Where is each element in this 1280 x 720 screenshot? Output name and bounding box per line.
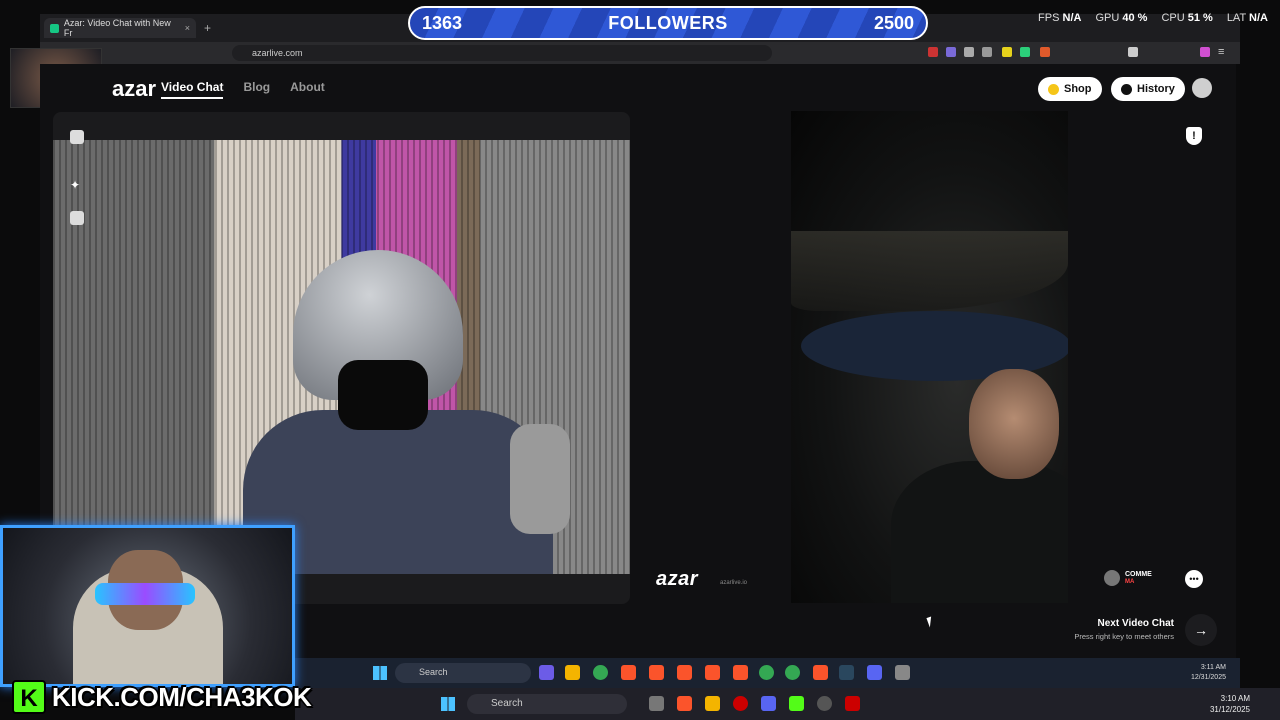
folder-icon[interactable] [565,665,580,680]
shop-button[interactable]: Shop [1038,77,1102,101]
followers-label: FOLLOWERS [608,12,728,33]
face-filter-icon[interactable] [70,211,84,225]
brave-icon[interactable] [677,665,692,680]
folder-icon[interactable] [705,696,720,711]
clock-icon [1121,83,1132,95]
next-chat-hint: Press right key to meet others [1074,632,1174,641]
follower-goal-bar: 1363 FOLLOWERS 2500 [408,6,928,40]
stat-fps: FPS N/A [1038,12,1082,24]
peer-video-feed [791,111,1068,603]
task-view-icon[interactable] [649,696,664,711]
calculator-icon[interactable] [895,665,910,680]
brave-icon[interactable] [733,665,748,680]
chrome-icon[interactable] [593,665,608,680]
history-label: History [1137,83,1175,95]
chat-bubble-icon[interactable]: ••• [1185,570,1203,588]
report-shield-icon[interactable]: ! [1186,127,1202,145]
stat-cpu: CPU 51 % [1161,12,1213,24]
kick-icon[interactable] [789,696,804,711]
streamer-webcam [0,525,295,687]
brave-icon[interactable] [813,665,828,680]
tab-title: Azar: Video Chat with New Fr [63,18,171,38]
inner-taskbar: Search 3:11 AM 12/31/2025 [295,658,1240,688]
new-tab-button[interactable]: + [204,21,211,35]
discord-icon[interactable] [761,696,776,711]
extension-icon[interactable] [982,47,992,57]
sparkle-effects-icon[interactable]: ✦ [70,178,84,192]
tab-close-icon[interactable]: × [185,23,190,33]
azar-watermark-sub: azarlive.io [720,580,748,586]
teams-icon[interactable] [539,665,554,680]
outer-taskbar-search[interactable]: Search [467,694,627,714]
inner-taskbar-search[interactable]: Search [395,663,531,683]
nav-video-chat[interactable]: Video Chat [161,80,224,99]
outer-taskbar: Search 3:10 AM 31/12/2025 [295,688,1280,720]
chrome-icon[interactable] [759,665,774,680]
peer-avatar [1104,570,1120,586]
steam-icon[interactable] [839,665,854,680]
azar-favicon-icon [50,23,59,33]
windows-start-icon[interactable] [373,666,387,680]
nav-about[interactable]: About [290,80,325,99]
peer-country: MA [1125,579,1135,585]
shop-label: Shop [1064,83,1092,95]
menu-icon[interactable]: ≡ [1218,46,1224,58]
inner-clock: 3:11 AM 12/31/2025 [1190,664,1226,681]
extension-icon[interactable] [964,47,974,57]
windows-start-icon[interactable] [441,697,455,711]
profile-avatar-icon[interactable] [1192,78,1212,98]
brave-icon[interactable] [649,665,664,680]
obs-icon[interactable] [817,696,832,711]
performance-stats: FPS N/A GPU 40 % CPU 51 % LAT N/A [1038,12,1268,24]
app-icon[interactable] [845,696,860,711]
next-chat-title: Next Video Chat [1097,618,1175,629]
main-nav: Video Chat Blog About [161,80,325,99]
app-icon[interactable] [733,696,748,711]
extension-icon[interactable] [1020,47,1030,57]
extension-icon[interactable] [946,47,956,57]
azar-logo[interactable]: azar [112,76,156,102]
brave-icon[interactable] [621,665,636,680]
gem-icon [1048,83,1059,95]
extension-icon[interactable] [1200,47,1210,57]
outer-clock: 3:10 AM 31/12/2025 [1209,694,1250,714]
peer-name: COMME [1125,571,1152,578]
discord-icon[interactable] [867,665,882,680]
extension-icon[interactable] [928,47,938,57]
azar-watermark: azar [656,568,699,590]
stat-lat: LAT N/A [1226,12,1268,24]
next-video-chat[interactable]: Next Video Chat Press right key to meet … [1040,618,1174,641]
extension-icon[interactable] [1002,47,1012,57]
url-input[interactable]: azarlive.com [232,45,772,61]
kick-channel-url: KICK.COM/CHA3KOK [52,681,312,712]
chrome-icon[interactable] [785,665,800,680]
nav-blog[interactable]: Blog [243,80,270,99]
expand-icon[interactable] [70,130,84,144]
browser-tab[interactable]: Azar: Video Chat with New Fr × [44,18,196,38]
extension-icon[interactable] [1040,47,1050,57]
stat-gpu: GPU 40 % [1095,12,1148,24]
next-arrow-icon[interactable]: → [1185,614,1217,646]
brave-icon[interactable] [677,696,692,711]
sidebar-toggle-icon[interactable] [1128,47,1138,57]
kick-channel-banner: K KICK.COM/CHA3KOK [12,680,312,714]
kick-logo-icon: K [12,680,46,714]
peer-info[interactable]: COMME MA [1104,570,1152,586]
brave-icon[interactable] [705,665,720,680]
my-video-feed [53,140,630,574]
history-button[interactable]: History [1111,77,1185,101]
